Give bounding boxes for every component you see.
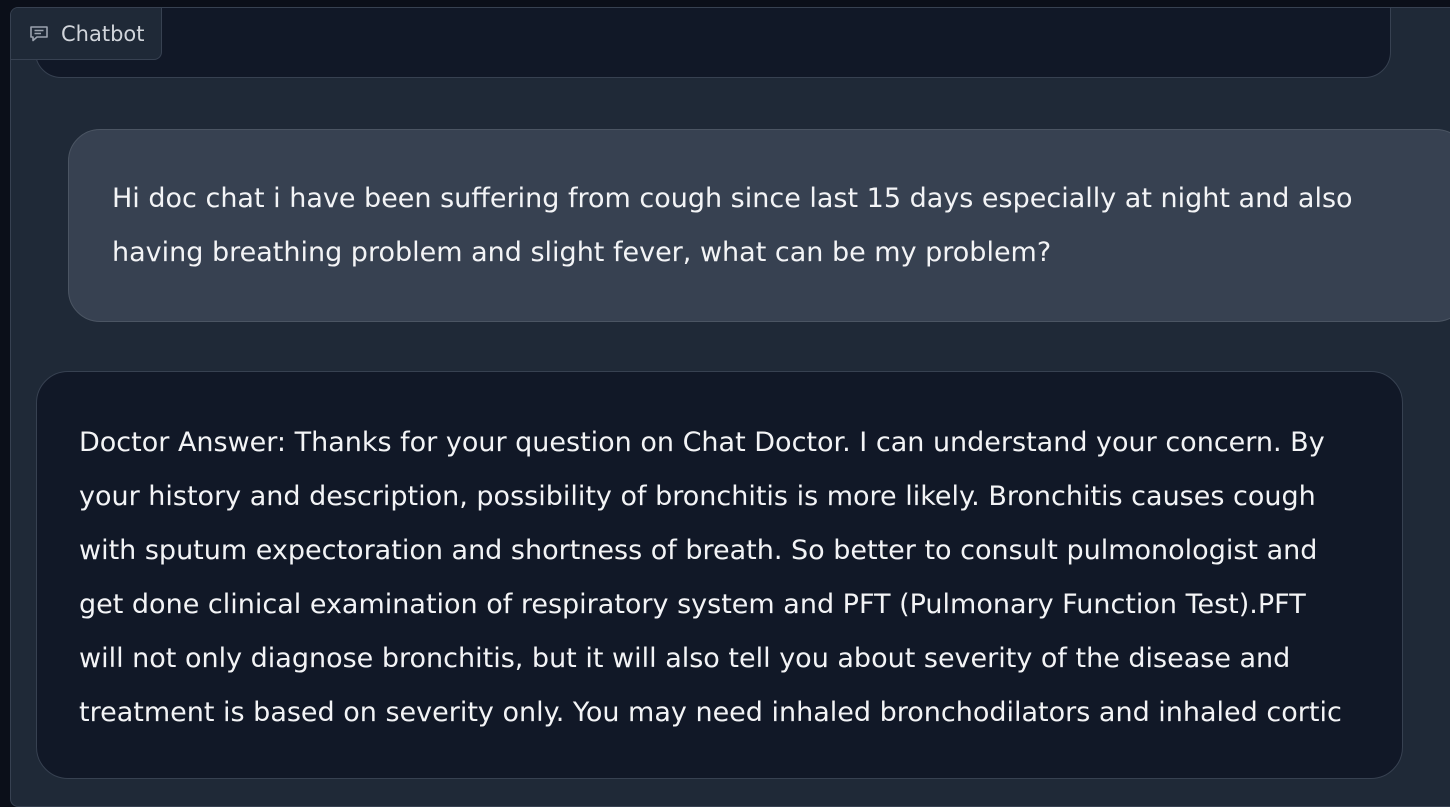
chat-bubble-icon (29, 25, 49, 43)
bot-message-line: will not only diagnose bronchitis, but i… (79, 643, 1291, 674)
chatbot-label-text: Chatbot (61, 21, 145, 46)
bot-message-line: get done clinical examination of respira… (79, 589, 1306, 620)
previous-message-bubble (35, 8, 1391, 78)
bot-message-line: with sputum expectoration and shortness … (79, 535, 1318, 566)
bot-message: Doctor Answer: Thanks for your question … (36, 371, 1403, 779)
bot-message-line: treatment is based on severity only. You… (79, 697, 1342, 728)
user-message-text: Hi doc chat i have been suffering from c… (112, 183, 1353, 268)
chatbot-label: Chatbot (11, 8, 162, 60)
user-message: Hi doc chat i have been suffering from c… (68, 129, 1450, 322)
chatbot-panel: Chatbot Hi doc chat i have been sufferin… (10, 7, 1450, 807)
bot-message-line: Doctor Answer: Thanks for your question … (79, 427, 1325, 458)
bot-message-line: your history and description, possibilit… (79, 481, 1316, 512)
